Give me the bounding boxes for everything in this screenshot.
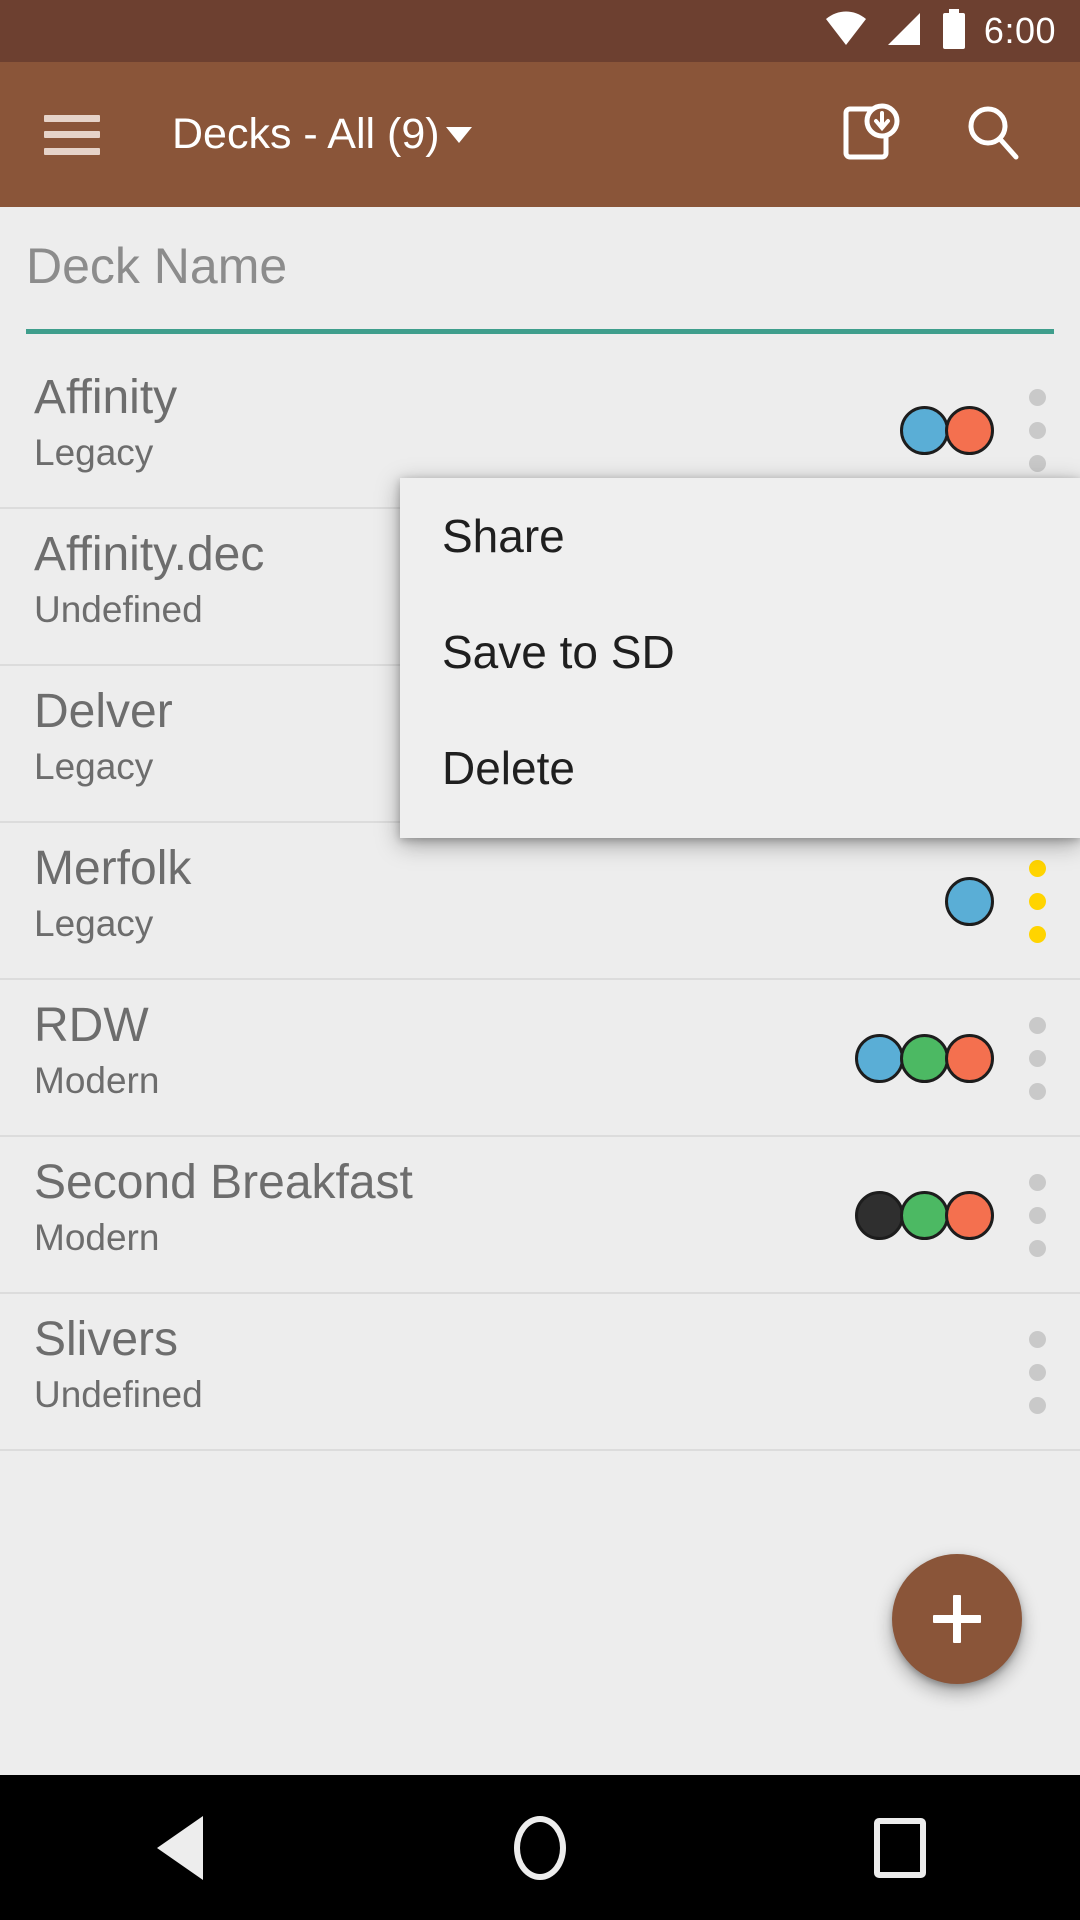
deck-format: Undefined: [34, 588, 203, 630]
system-navigation-bar: [0, 1775, 1080, 1920]
deck-row-text: RDW Modern: [34, 1000, 159, 1102]
deck-name-label: Deck Name: [26, 238, 288, 294]
mana-color-dot: [855, 1191, 904, 1240]
status-bar-clock: 6:00: [983, 10, 1056, 51]
deck-title: Delver: [34, 685, 173, 738]
deck-row-text: Affinity.dec Undefined: [34, 529, 264, 631]
deck-format: Modern: [34, 1059, 160, 1101]
deck-title: Affinity: [34, 371, 178, 424]
mana-color-dot: [900, 406, 949, 455]
app-bar: Decks - All (9): [0, 62, 1080, 207]
mana-color-group: [855, 1034, 994, 1083]
mana-color-group: [855, 1191, 994, 1240]
deck-row-text: Merfolk Legacy: [34, 843, 191, 945]
mana-color-dot: [945, 406, 994, 455]
android-screen: 6:00 Decks - All (9) Deck Name Affinity …: [0, 0, 1080, 1920]
mana-color-dot: [945, 1034, 994, 1083]
mana-color-group: [900, 406, 994, 455]
deck-row-actions: [945, 823, 1080, 980]
deck-name-underline: [26, 329, 1054, 334]
cellular-signal-icon: [884, 11, 924, 52]
context-menu-item[interactable]: Delete: [400, 710, 1080, 826]
deck-row-actions: [855, 980, 1080, 1137]
app-bar-title-dropdown[interactable]: Decks - All (9): [172, 110, 472, 159]
deck-overflow-menu-icon[interactable]: [994, 823, 1080, 980]
mana-color-dot: [900, 1034, 949, 1083]
back-triangle-icon: [157, 1815, 203, 1880]
nav-recents-button[interactable]: [810, 1775, 990, 1920]
deck-title: RDW: [34, 999, 149, 1052]
app-bar-actions: [840, 101, 1080, 168]
mana-color-dot: [945, 877, 994, 926]
app-bar-title: Decks - All (9): [172, 110, 440, 158]
deck-row-actions: [855, 1137, 1080, 1294]
deck-row-text: Affinity Legacy: [34, 372, 177, 474]
mana-color-group: [945, 877, 994, 926]
nav-back-button[interactable]: [90, 1775, 270, 1920]
deck-title: Second Breakfast: [34, 1156, 413, 1209]
deck-name-header: Deck Name: [0, 207, 1080, 352]
deck-title: Affinity.dec: [34, 528, 265, 581]
deck-title: Merfolk: [34, 842, 192, 895]
context-menu-popup: Share Save to SD Delete: [400, 478, 1080, 838]
import-deck-icon[interactable]: [840, 101, 902, 168]
deck-format: Legacy: [34, 745, 154, 787]
recents-square-icon: [874, 1817, 926, 1878]
deck-title: Slivers: [34, 1313, 179, 1366]
context-menu-item[interactable]: Share: [400, 478, 1080, 594]
deck-format: Legacy: [34, 902, 154, 944]
deck-overflow-menu-icon[interactable]: [994, 1294, 1080, 1451]
add-deck-fab[interactable]: [892, 1554, 1022, 1684]
mana-color-dot: [900, 1191, 949, 1240]
status-bar: 6:00: [0, 0, 1080, 62]
nav-home-button[interactable]: [450, 1775, 630, 1920]
deck-row[interactable]: Merfolk Legacy: [0, 823, 1080, 980]
deck-row[interactable]: Second Breakfast Modern: [0, 1137, 1080, 1294]
deck-row[interactable]: RDW Modern: [0, 980, 1080, 1137]
deck-overflow-menu-icon[interactable]: [994, 980, 1080, 1137]
deck-row-text: Slivers Undefined: [34, 1314, 203, 1416]
deck-overflow-menu-icon[interactable]: [994, 1137, 1080, 1294]
battery-icon: [940, 8, 968, 54]
deck-row-actions: [994, 1294, 1080, 1451]
mana-color-dot: [945, 1191, 994, 1240]
deck-row-text: Second Breakfast Modern: [34, 1157, 413, 1259]
deck-row-text: Delver Legacy: [34, 686, 173, 788]
home-circle-icon: [514, 1815, 566, 1880]
mana-color-dot: [855, 1034, 904, 1083]
deck-format: Undefined: [34, 1373, 203, 1415]
hamburger-menu-icon[interactable]: [44, 114, 100, 155]
search-icon[interactable]: [962, 101, 1024, 168]
deck-format: Legacy: [34, 431, 154, 473]
deck-row[interactable]: Slivers Undefined: [0, 1294, 1080, 1451]
context-menu-item[interactable]: Save to SD: [400, 594, 1080, 710]
caret-down-icon: [445, 126, 472, 143]
plus-icon: [933, 1595, 981, 1643]
deck-format: Modern: [34, 1216, 160, 1258]
status-bar-icons: [824, 8, 968, 54]
wifi-icon: [824, 11, 868, 52]
